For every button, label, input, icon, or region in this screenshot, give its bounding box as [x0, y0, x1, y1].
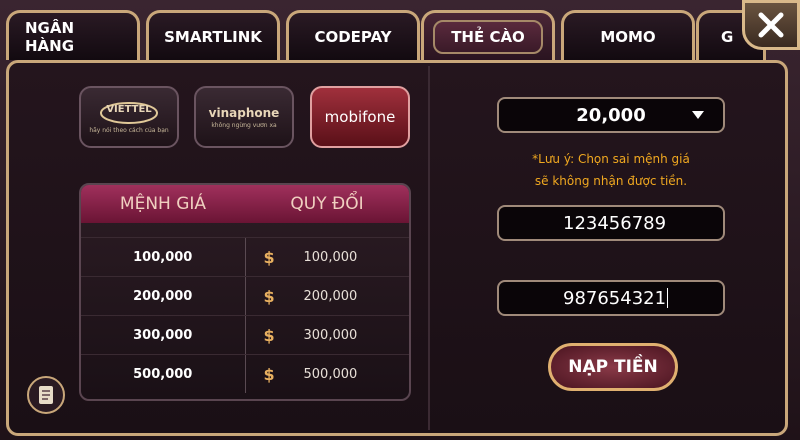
table-row: 100,000 $100,000 [81, 237, 409, 276]
tab-label: SMARTLINK [164, 27, 262, 46]
exchange-value: 100,000 [303, 249, 358, 265]
provider-name: mobifone [324, 108, 396, 126]
table-row: 500,000 $500,000 [81, 354, 409, 393]
pin-field[interactable]: 987654321 [497, 280, 725, 316]
pin-value: 987654321 [563, 287, 667, 309]
provider-vinaphone[interactable]: vinaphone không ngừng vươn xa [194, 86, 294, 148]
dollar-icon: $ [263, 247, 275, 267]
tab-label: THẺ CÀO [433, 19, 543, 54]
tab-smartlink[interactable]: SMARTLINK [146, 10, 280, 60]
table-row: 200,000 $200,000 [81, 276, 409, 315]
denomination-selected-value: 20,000 [576, 104, 646, 126]
provider-name: vinaphone [208, 105, 280, 120]
tab-label: G [721, 27, 734, 46]
exchange-value: 200,000 [303, 288, 358, 304]
table-header: MỆNH GIÁ QUY ĐỔI [81, 185, 409, 223]
history-button[interactable] [27, 376, 65, 414]
tab-the-cao[interactable]: THẺ CÀO [421, 10, 555, 60]
topup-button[interactable]: NẠP TIỀN [548, 343, 678, 391]
dollar-icon: $ [263, 364, 275, 384]
table-row: 300,000 $300,000 [81, 315, 409, 354]
tab-bar: NGÂN HÀNG SMARTLINK CODEPAY THẺ CÀO MOMO… [6, 6, 766, 64]
provider-name: VIETTEL [106, 104, 152, 115]
tab-momo[interactable]: MOMO [561, 10, 695, 60]
header-exchange: QUY ĐỔI [290, 194, 364, 214]
provider-viettel[interactable]: VIETTEL hãy nói theo cách của bạn [79, 86, 179, 148]
tab-label: NGÂN HÀNG [25, 18, 75, 55]
serial-field[interactable]: 123456789 [497, 205, 725, 241]
exchange-value: 300,000 [303, 327, 358, 343]
exchange-cell: $300,000 [244, 316, 410, 354]
warning-note-line2: sẽ không nhận được tiền. [534, 174, 688, 188]
close-icon [758, 12, 784, 38]
exchange-cell: $500,000 [244, 355, 410, 393]
serial-value: 123456789 [563, 212, 667, 234]
tab-label: MOMO [600, 27, 656, 46]
provider-tagline: không ngừng vươn xa [211, 121, 277, 129]
text-cursor [667, 288, 669, 308]
panel-divider [428, 66, 430, 430]
denomination-value: 100,000 [133, 249, 193, 265]
exchange-value: 500,000 [303, 366, 358, 382]
denomination-value: 300,000 [133, 327, 193, 343]
denomination-value: 200,000 [133, 288, 193, 304]
dollar-icon: $ [263, 286, 275, 306]
warning-note-line1: *Lưu ý: Chọn sai mệnh giá [532, 152, 690, 166]
close-button[interactable] [742, 0, 800, 50]
provider-mobifone[interactable]: mobifone [310, 86, 410, 148]
receipt-icon [39, 386, 53, 404]
exchange-cell: $200,000 [244, 277, 410, 315]
tab-codepay[interactable]: CODEPAY [286, 10, 420, 60]
dollar-icon: $ [263, 325, 275, 345]
denomination-select[interactable]: 20,000 [497, 97, 725, 133]
chevron-down-icon [692, 111, 704, 119]
tab-label: CODEPAY [314, 27, 392, 46]
tab-ngan-hang[interactable]: NGÂN HÀNG [6, 10, 140, 60]
exchange-cell: $100,000 [244, 238, 410, 276]
provider-tagline: hãy nói theo cách của bạn [89, 126, 169, 134]
denomination-value: 500,000 [133, 366, 193, 382]
exchange-rate-table: MỆNH GIÁ QUY ĐỔI 100,000 $100,000 200,00… [79, 183, 411, 401]
header-denomination: MỆNH GIÁ [119, 194, 207, 214]
